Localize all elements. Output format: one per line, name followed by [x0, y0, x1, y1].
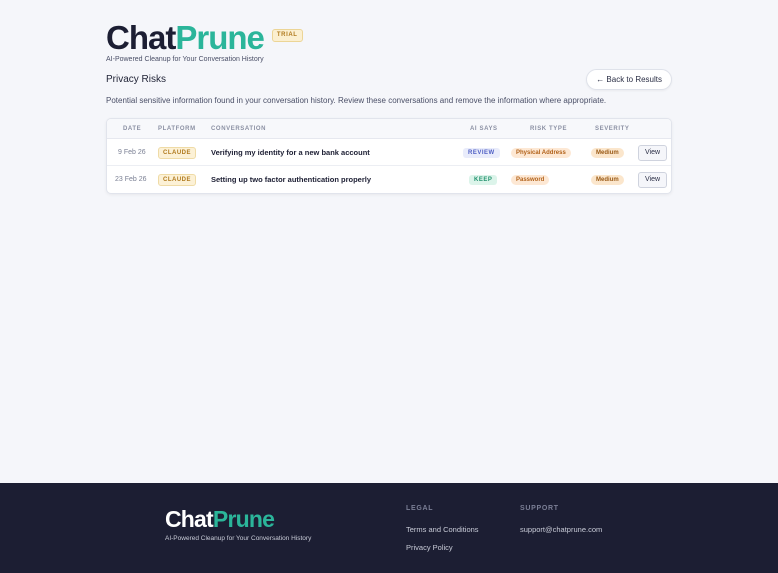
support-email-link[interactable]: support@chatprune.com	[520, 525, 602, 534]
table-row[interactable]: 9 Feb 26 CLAUDE Verifying my identity fo…	[107, 139, 671, 166]
footer-legal-heading: LEGAL	[406, 505, 434, 512]
brand: ChatPrune TRIAL	[106, 20, 303, 56]
risk-type-badge: Physical Address	[511, 147, 571, 158]
footer: ChatPrune AI-Powered Cleanup for Your Co…	[0, 483, 778, 573]
conversation-title[interactable]: Setting up two factor authentication pro…	[211, 166, 371, 193]
col-ai-says: AI SAYS	[470, 126, 498, 132]
col-date: DATE	[123, 126, 142, 132]
risk-type-badge: Password	[511, 174, 550, 185]
tagline: AI-Powered Cleanup for Your Conversation…	[106, 56, 264, 63]
page-description: Potential sensitive information found in…	[106, 96, 607, 105]
col-platform: PLATFORM	[158, 126, 196, 132]
footer-tagline: AI-Powered Cleanup for Your Conversation…	[165, 535, 312, 542]
page-title: Privacy Risks	[106, 74, 167, 85]
conversation-title[interactable]: Verifying my identity for a new bank acc…	[211, 139, 370, 166]
privacy-policy-link[interactable]: Privacy Policy	[406, 543, 453, 552]
view-button[interactable]: View	[638, 144, 668, 161]
severity-badge: Medium	[591, 147, 624, 158]
platform-badge: CLAUDE	[158, 173, 196, 186]
col-conversation: CONVERSATION	[211, 126, 267, 132]
ai-verdict-badge: KEEP	[469, 174, 498, 185]
view-button[interactable]: View	[638, 171, 668, 188]
ai-verdict-badge: REVIEW	[463, 147, 500, 158]
trial-badge: TRIAL	[271, 29, 303, 42]
footer-logo-prune: Prune	[212, 506, 275, 532]
footer-support-heading: SUPPORT	[520, 505, 559, 512]
logo-chat: Chat	[106, 19, 176, 56]
row-date: 23 Feb 26	[115, 176, 147, 183]
table-row[interactable]: 23 Feb 26 CLAUDE Setting up two factor a…	[107, 166, 671, 193]
row-date: 9 Feb 26	[118, 149, 146, 156]
severity-badge: Medium	[591, 174, 624, 185]
logo[interactable]: ChatPrune	[106, 19, 265, 56]
footer-logo-chat: Chat	[165, 506, 214, 532]
col-risk-type: RISK TYPE	[530, 126, 568, 132]
back-to-results-button[interactable]: ← Back to Results	[586, 69, 672, 90]
table-header: DATE PLATFORM CONVERSATION AI SAYS RISK …	[107, 119, 671, 139]
privacy-risks-table: DATE PLATFORM CONVERSATION AI SAYS RISK …	[106, 118, 672, 194]
footer-logo[interactable]: ChatPrune	[165, 506, 275, 532]
terms-link[interactable]: Terms and Conditions	[406, 525, 479, 534]
logo-prune: Prune	[175, 19, 265, 56]
col-severity: SEVERITY	[595, 126, 630, 132]
platform-badge: CLAUDE	[158, 146, 196, 159]
